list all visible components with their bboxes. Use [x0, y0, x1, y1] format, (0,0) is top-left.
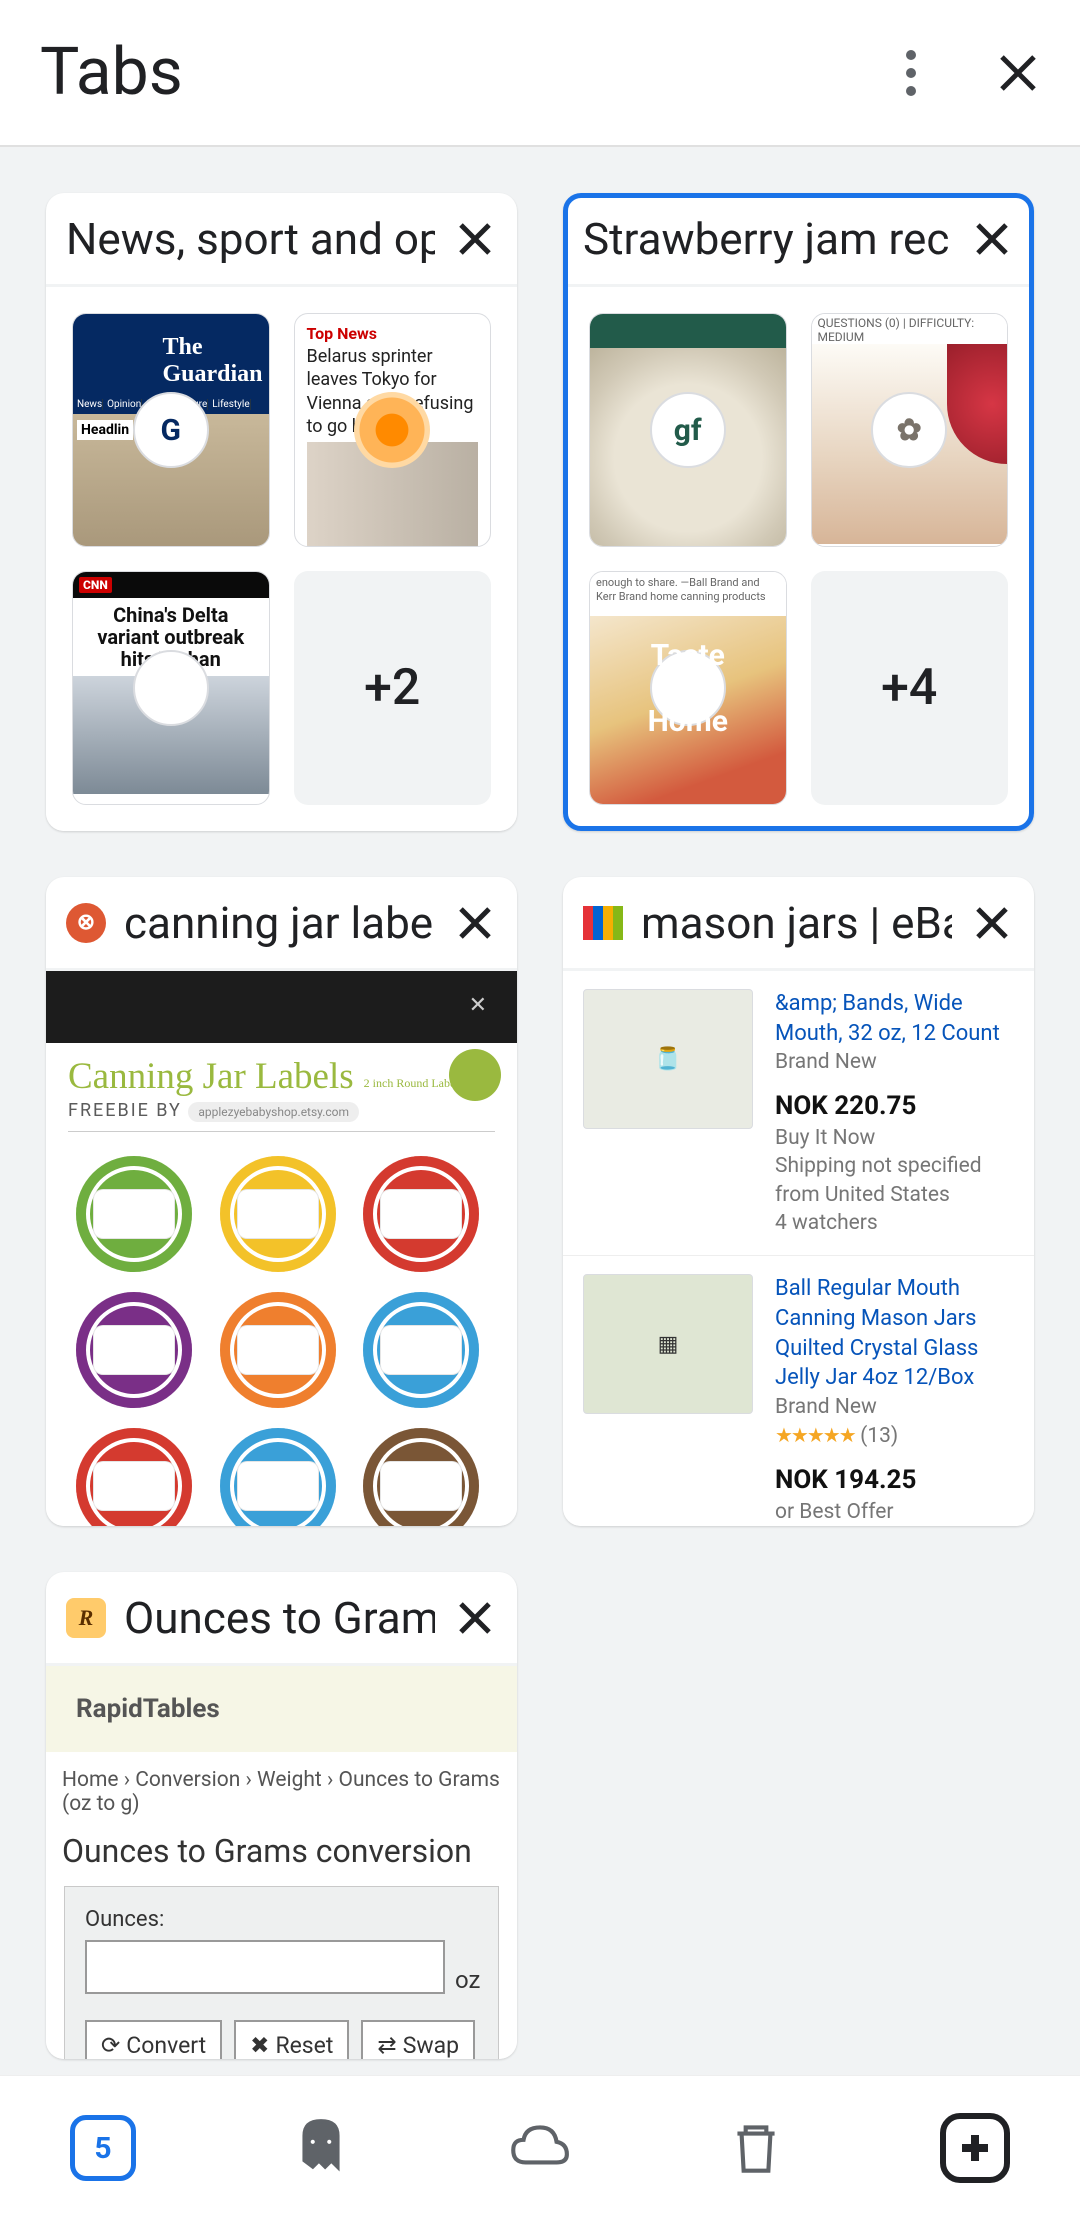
tab-title: canning jar labels	[124, 897, 435, 949]
goodfood-icon: gf	[650, 392, 726, 468]
label-swatch	[220, 1292, 336, 1408]
close-tab-button[interactable]	[970, 217, 1014, 261]
tasteofhome-icon: Taste of Home	[650, 650, 726, 726]
more-tabs-indicator[interactable]: +4	[811, 571, 1009, 805]
close-tab-button[interactable]	[453, 1596, 497, 1640]
driscolls-icon: ✿	[871, 392, 947, 468]
group-thumbnails: TheGuardian NewsOpinionSportCultureLifes…	[72, 313, 491, 805]
incognito-tabs-button[interactable]	[288, 2115, 354, 2181]
tab-canning-labels[interactable]: ⊗ canning jar labels ✕ Canning Jar Label…	[46, 877, 517, 1526]
tab-title: Ounces to Grams	[124, 1592, 435, 1644]
swap-button[interactable]: ⇄ Swap	[361, 2020, 475, 2059]
tab-switcher-button[interactable]: 5	[70, 2115, 136, 2181]
cnn-icon: CNN	[133, 650, 209, 726]
tab-title: Strawberry jam recipe	[583, 213, 952, 265]
thumb-cnn[interactable]: CNN China's Delta variant outbreak hits …	[72, 571, 270, 805]
group-thumbnails: gf QUESTIONS (0) | DIFFICULTY: MEDIUM ✿ …	[589, 313, 1008, 805]
convert-button[interactable]: ⟳ Convert	[85, 2020, 222, 2059]
close-all-tabs-button[interactable]	[723, 2115, 789, 2181]
unit-label: oz	[455, 1966, 480, 1994]
breadcrumb: Home › Conversion › Weight › Ounces to G…	[46, 1752, 517, 1826]
tab-header: mason jars | eBay	[563, 877, 1034, 971]
ebay-icon	[583, 903, 623, 943]
tab-header: ⊗ canning jar labels	[46, 877, 517, 971]
page-title: Tabs	[40, 34, 906, 111]
label-swatch	[363, 1156, 479, 1272]
product-image: 🫙	[583, 989, 753, 1129]
close-tab-button[interactable]	[970, 901, 1014, 945]
thumb-driscolls[interactable]: QUESTIONS (0) | DIFFICULTY: MEDIUM ✿	[811, 313, 1009, 547]
label-swatch	[363, 1292, 479, 1408]
ounces-label: Ounces:	[85, 1907, 164, 1932]
label-swatch	[220, 1156, 336, 1272]
close-tab-button[interactable]	[453, 217, 497, 261]
ad-close-icon: ✕	[469, 993, 487, 1018]
tab-ebay-masonjars[interactable]: mason jars | eBay 🫙 &amp; Bands, Wide Mo…	[563, 877, 1034, 1526]
tab-count-badge: 5	[70, 2115, 136, 2181]
product-image: ▦	[583, 1274, 753, 1414]
tab-group-news[interactable]: News, sport and opinion TheGuardian News…	[46, 193, 517, 831]
thumb-guardian[interactable]: TheGuardian NewsOpinionSportCultureLifes…	[72, 313, 270, 547]
label-swatch	[76, 1292, 192, 1408]
tab-preview: 🫙 &amp; Bands, Wide Mouth, 32 oz, 12 Cou…	[563, 971, 1034, 1526]
tab-preview: ✕ Canning Jar Labels 2 inch Round Label …	[46, 971, 517, 1526]
close-button[interactable]	[996, 51, 1040, 95]
more-options-icon[interactable]	[906, 68, 916, 78]
bbc-icon	[354, 392, 430, 468]
rapidtables-icon: R	[66, 1598, 106, 1638]
thumb-bbc[interactable]: Top News Belarus sprinter leaves Tokyo f…	[294, 313, 492, 547]
header-actions	[906, 51, 1040, 95]
more-tabs-indicator[interactable]: +2	[294, 571, 492, 805]
tab-group-jam[interactable]: Strawberry jam recipe gf QUESTIONS (0) |…	[563, 193, 1034, 831]
tab-title: mason jars | eBay	[641, 897, 952, 949]
tab-rapidtables[interactable]: R Ounces to Grams RapidTables Home › Con…	[46, 1572, 517, 2059]
listing-row: 🫙 &amp; Bands, Wide Mouth, 32 oz, 12 Cou…	[563, 971, 1034, 1256]
tabs-grid: News, sport and opinion TheGuardian News…	[0, 145, 1080, 2079]
reset-button[interactable]: ✖ Reset	[234, 2020, 349, 2059]
label-swatch	[76, 1156, 192, 1272]
tab-header: R Ounces to Grams	[46, 1572, 517, 1666]
thumb-tasteofhome[interactable]: enough to share. —Ball Brand and Kerr Br…	[589, 571, 787, 805]
page-heading: Ounces to Grams conversion	[46, 1826, 517, 1886]
tab-preview: RapidTables Home › Conversion › Weight ›…	[46, 1666, 517, 2059]
label-swatch	[363, 1428, 479, 1526]
app-header: Tabs	[0, 0, 1080, 145]
duckduckgo-icon: ⊗	[66, 903, 106, 943]
synced-tabs-button[interactable]	[505, 2115, 571, 2181]
tab-title: News, sport and opinion	[66, 213, 435, 265]
thumb-goodfood[interactable]: gf	[589, 313, 787, 547]
label-swatch	[220, 1428, 336, 1526]
ounces-input[interactable]	[85, 1940, 445, 1994]
site-brand: RapidTables	[46, 1666, 517, 1752]
tab-header: News, sport and opinion	[46, 193, 517, 287]
guardian-icon: G	[133, 392, 209, 468]
close-tab-button[interactable]	[453, 901, 497, 945]
bottom-toolbar: 5	[0, 2075, 1080, 2220]
tab-header: Strawberry jam recipe	[563, 193, 1034, 287]
new-tab-button[interactable]	[940, 2113, 1010, 2183]
label-swatches	[46, 1132, 517, 1526]
apple-logo-icon	[449, 1049, 501, 1101]
label-swatch	[76, 1428, 192, 1526]
listing-row: ▦ Ball Regular Mouth Canning Mason Jars …	[563, 1256, 1034, 1526]
